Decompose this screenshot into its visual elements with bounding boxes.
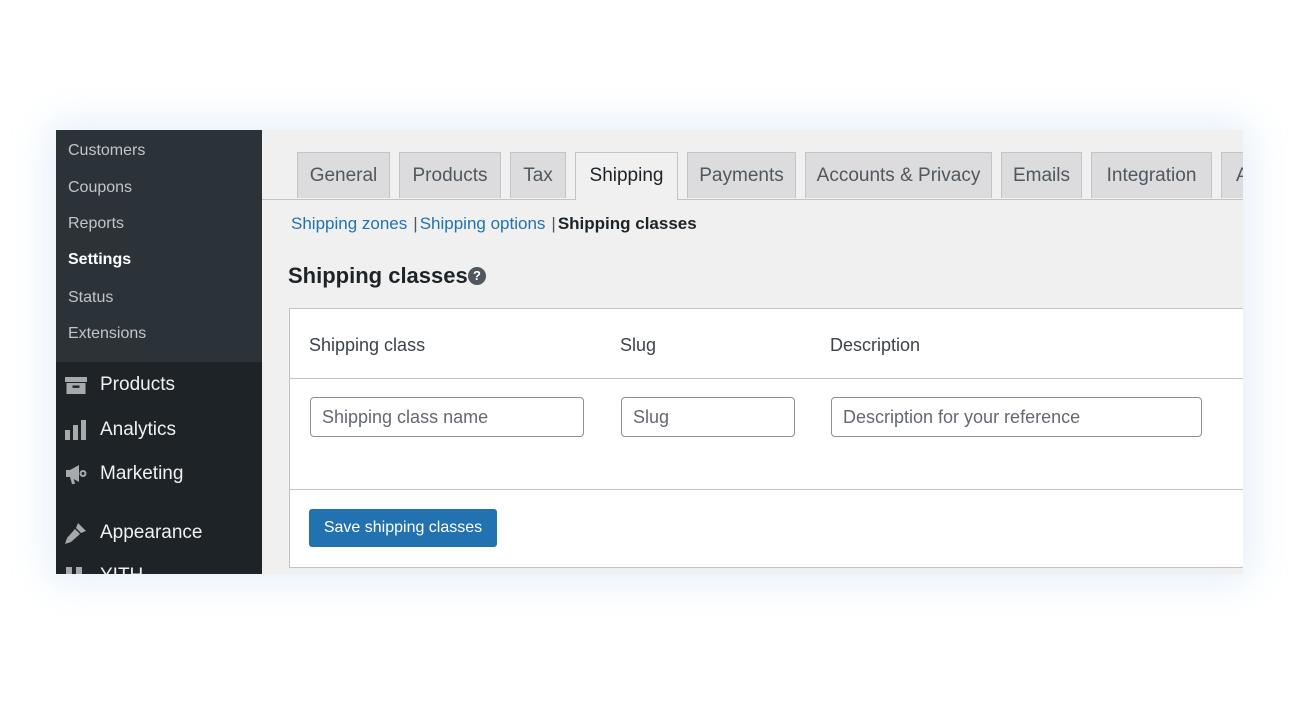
sidebar-item-label: Products [100,374,175,395]
tab-products[interactable]: Products [399,152,501,198]
tab-payments[interactable]: Payments [687,152,796,198]
sidebar-item-label: Marketing [100,463,184,484]
subnav-separator: | [551,214,556,233]
woocommerce-submenu: Customers Coupons Reports Settings Statu… [56,130,262,362]
yith-icon [64,564,88,574]
settings-content: General Products Tax Shipping Payments A… [262,130,1243,574]
megaphone-icon [64,462,88,486]
shipping-subnav: Shipping zones | Shipping options | Shipping… [291,214,697,234]
subnav-link-shipping-zones[interactable]: Shipping zones [291,214,407,233]
tab-accounts-privacy[interactable]: Accounts & Privacy [805,152,992,198]
admin-window: Customers Coupons Reports Settings Statu… [56,130,1243,574]
shipping-classes-table: Shipping class Slug Description Save shi… [289,308,1243,568]
column-header-slug: Slug [620,335,657,355]
page-title: Shipping classes [288,263,468,288]
sidebar-item-products[interactable]: Products [64,372,254,398]
submenu-item-customers[interactable]: Customers [68,141,145,161]
tab-shipping[interactable]: Shipping [575,152,678,200]
slug-input[interactable] [621,397,795,437]
shipping-class-name-input[interactable] [310,397,584,437]
description-input[interactable] [831,397,1202,437]
sidebar-item-label: Analytics [100,419,177,440]
help-icon[interactable]: ? [468,267,486,285]
column-header-shipping-class: Shipping class [309,335,426,355]
submenu-item-coupons[interactable]: Coupons [68,178,132,198]
tab-emails[interactable]: Emails [1001,152,1082,198]
subnav-separator: | [413,214,418,233]
tab-integration[interactable]: Integration [1091,152,1212,198]
subnav-current: Shipping classes [557,214,697,233]
archive-icon [64,373,88,397]
submenu-item-reports[interactable]: Reports [68,214,124,234]
sidebar-item-label: Appearance [100,522,203,543]
save-shipping-classes-button[interactable]: Save shipping classes [309,509,497,547]
submenu-item-status[interactable]: Status [68,288,113,308]
footer-divider [290,489,1243,490]
sidebar-item-yith[interactable]: YITH [64,563,254,574]
sidebar-item-marketing[interactable]: Marketing [64,461,254,487]
column-header-description: Description [830,335,921,355]
submenu-item-settings[interactable]: Settings [68,250,131,270]
header-divider [290,378,1243,379]
admin-sidebar: Customers Coupons Reports Settings Statu… [56,130,262,574]
submenu-item-extensions[interactable]: Extensions [68,324,146,344]
tab-tax[interactable]: Tax [510,152,566,198]
tab-advanced[interactable]: Advanced [1221,152,1243,198]
bar-chart-icon [64,418,88,442]
sidebar-item-label: YITH [100,563,143,574]
sidebar-item-appearance[interactable]: Appearance [64,520,254,546]
subnav-link-shipping-options[interactable]: Shipping options [420,214,546,233]
sidebar-item-analytics[interactable]: Analytics [64,417,254,443]
settings-tabs: General Products Tax Shipping Payments A… [262,130,1243,200]
paintbrush-icon [64,521,88,545]
tab-general[interactable]: General [297,152,390,198]
